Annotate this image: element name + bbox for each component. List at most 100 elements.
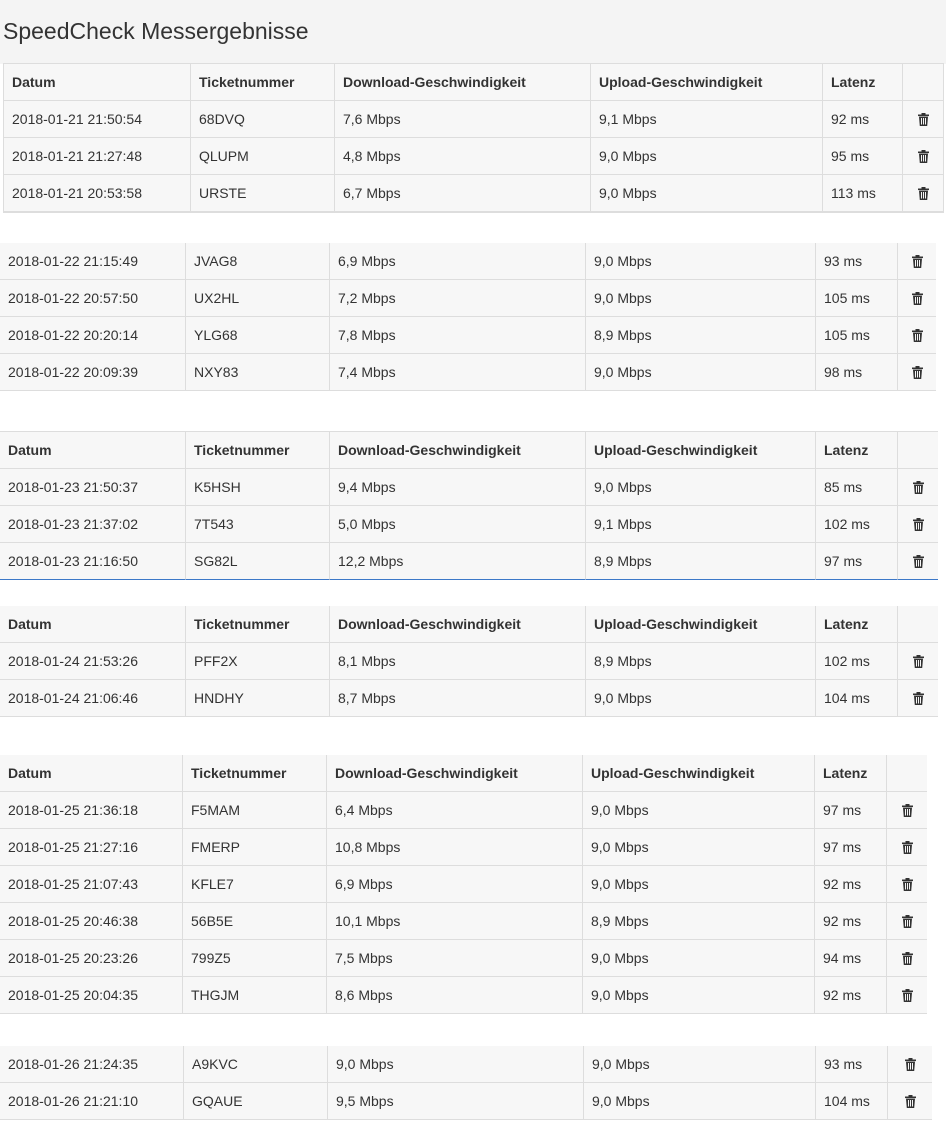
table-cell: 9,0 Mbps	[586, 469, 816, 506]
table-cell: 9,0 Mbps	[586, 354, 816, 391]
table-cell: 2018-01-23 21:16:50	[0, 543, 186, 580]
table-cell: 2018-01-25 21:27:16	[0, 829, 183, 866]
table-cell: 9,0 Mbps	[591, 138, 823, 175]
delete-button[interactable]	[887, 977, 927, 1014]
column-header: Latenz	[815, 755, 887, 792]
table-cell: 2018-01-26 21:24:35	[0, 1046, 184, 1083]
table-cell: 2018-01-21 20:53:58	[4, 175, 191, 212]
table-cell: 8,1 Mbps	[330, 643, 586, 680]
table-cell: 8,9 Mbps	[583, 903, 815, 940]
trash-icon	[912, 517, 924, 531]
table-cell: 2018-01-24 21:06:46	[0, 680, 186, 717]
table-cell: 104 ms	[816, 680, 898, 717]
table-cell: 12,2 Mbps	[330, 543, 586, 580]
table-cell: 9,0 Mbps	[591, 175, 823, 212]
delete-button[interactable]	[888, 1083, 932, 1120]
delete-button[interactable]	[887, 829, 927, 866]
table-cell: 10,1 Mbps	[327, 903, 583, 940]
column-header: Download-Geschwindigkeit	[330, 606, 586, 643]
table-cell: 104 ms	[816, 1083, 888, 1120]
delete-button[interactable]	[898, 543, 938, 580]
delete-button[interactable]	[898, 317, 936, 354]
table-cell: 2018-01-25 20:23:26	[0, 940, 183, 977]
table-cell: 9,0 Mbps	[583, 940, 815, 977]
table-cell: FMERP	[183, 829, 327, 866]
table-cell: 9,0 Mbps	[584, 1046, 816, 1083]
table-cell: 799Z5	[183, 940, 327, 977]
table-cell: 2018-01-25 20:04:35	[0, 977, 183, 1014]
delete-button[interactable]	[898, 643, 938, 680]
table-cell: 102 ms	[816, 643, 898, 680]
column-header: Download-Geschwindigkeit	[327, 755, 583, 792]
table-cell: 102 ms	[816, 506, 898, 543]
delete-button[interactable]	[898, 680, 938, 717]
table-cell: 94 ms	[815, 940, 887, 977]
table-cell: 2018-01-22 20:20:14	[0, 317, 186, 354]
table-cell: 7,8 Mbps	[330, 317, 586, 354]
results-table: Datum Ticketnummer Download-Geschwindigkei…	[0, 431, 938, 580]
table-cell: 9,0 Mbps	[328, 1046, 584, 1083]
table-cell: 2018-01-25 21:36:18	[0, 792, 183, 829]
table-cell: 8,9 Mbps	[586, 317, 816, 354]
page-title: SpeedCheck Messergebnisse	[3, 18, 309, 44]
delete-button[interactable]	[887, 903, 927, 940]
table-cell: 93 ms	[816, 1046, 888, 1083]
table-cell: 93 ms	[816, 243, 898, 280]
table-cell: 98 ms	[816, 354, 898, 391]
table-cell: 7,5 Mbps	[327, 940, 583, 977]
delete-button[interactable]	[887, 866, 927, 903]
column-header: Ticketnummer	[183, 755, 327, 792]
table-cell: 6,7 Mbps	[335, 175, 591, 212]
delete-button[interactable]	[898, 469, 938, 506]
table-cell: 7,4 Mbps	[330, 354, 586, 391]
table-cell: 2018-01-25 20:46:38	[0, 903, 183, 940]
delete-button[interactable]	[903, 101, 943, 138]
table-cell: 9,5 Mbps	[328, 1083, 584, 1120]
results-table: Datum Ticketnummer Download-Geschwindigkei…	[0, 755, 927, 1014]
trash-icon	[912, 554, 924, 568]
table-cell: 6,9 Mbps	[330, 243, 586, 280]
delete-button[interactable]	[903, 138, 943, 175]
trash-icon	[911, 365, 923, 379]
table-cell: 7T543	[186, 506, 330, 543]
table-cell: UX2HL	[186, 280, 330, 317]
delete-button[interactable]	[898, 280, 936, 317]
results-table: Datum Ticketnummer Download-Geschwindigkei…	[3, 63, 944, 213]
column-header: Ticketnummer	[186, 432, 330, 469]
table-cell: 8,6 Mbps	[327, 977, 583, 1014]
delete-button[interactable]	[898, 506, 938, 543]
delete-button[interactable]	[887, 792, 927, 829]
table-cell: NXY83	[186, 354, 330, 391]
trash-icon	[911, 291, 923, 305]
column-header: Download-Geschwindigkeit	[330, 432, 586, 469]
trash-icon	[904, 1094, 916, 1108]
delete-button[interactable]	[898, 243, 936, 280]
column-header-actions	[887, 755, 927, 792]
table-cell: 97 ms	[815, 792, 887, 829]
table-cell: 105 ms	[816, 317, 898, 354]
delete-button[interactable]	[888, 1046, 932, 1083]
table-cell: 9,0 Mbps	[586, 680, 816, 717]
column-header: Upload-Geschwindigkeit	[586, 606, 816, 643]
column-header: Ticketnummer	[186, 606, 330, 643]
table-cell: 92 ms	[823, 101, 903, 138]
table-cell: 10,8 Mbps	[327, 829, 583, 866]
delete-button[interactable]	[898, 354, 936, 391]
table-cell: 7,2 Mbps	[330, 280, 586, 317]
table-cell: 85 ms	[816, 469, 898, 506]
table-cell: 2018-01-22 20:09:39	[0, 354, 186, 391]
trash-icon	[911, 254, 923, 268]
table-cell: GQAUE	[184, 1083, 328, 1120]
table-cell: 2018-01-25 21:07:43	[0, 866, 183, 903]
column-header: Datum	[0, 606, 186, 643]
delete-button[interactable]	[887, 940, 927, 977]
trash-icon	[904, 1057, 916, 1071]
results-table: 2018-01-22 21:15:49 JVAG8 6,9 Mbps 9,0 Mbps…	[0, 243, 936, 391]
trash-icon	[901, 803, 913, 817]
delete-button[interactable]	[903, 175, 943, 212]
table-cell: 9,0 Mbps	[586, 243, 816, 280]
table-cell: 2018-01-23 21:37:02	[0, 506, 186, 543]
table-cell: 9,0 Mbps	[583, 977, 815, 1014]
table-cell: 113 ms	[823, 175, 903, 212]
table-cell: K5HSH	[186, 469, 330, 506]
